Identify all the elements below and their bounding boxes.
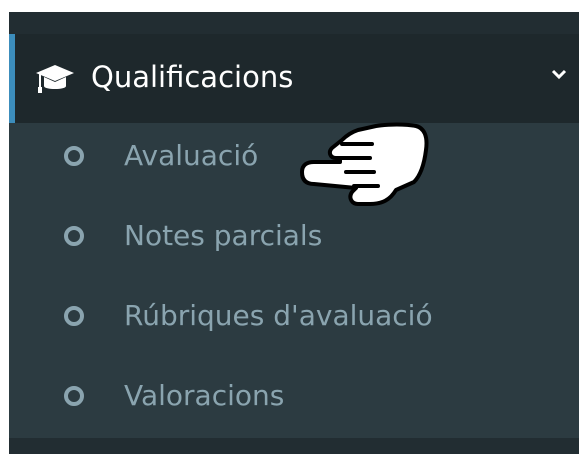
submenu-item-valoracions[interactable]: Valoracions [9,363,579,435]
screenshot-stage: Qualificacions Avaluació Notes parcials … [0,0,579,454]
chevron-down-icon[interactable] [549,68,569,82]
submenu-item-label: Rúbriques d'avaluació [124,299,433,332]
circle-outline-icon [64,306,84,326]
submenu-item-rubriques[interactable]: Rúbriques d'avaluació [9,283,579,355]
qualificacions-menu-header[interactable]: Qualificacions [9,34,579,123]
graduation-cap-icon [36,65,74,93]
menu-title: Qualificacions [91,60,294,94]
submenu: Avaluació Notes parcials Rúbriques d'ava… [9,123,579,438]
circle-outline-icon [64,146,84,166]
submenu-item-avaluacio[interactable]: Avaluació [9,123,579,195]
sidebar-menu: Qualificacions Avaluació Notes parcials … [9,12,579,454]
circle-outline-icon [64,226,84,246]
sidebar-bottom-strip [9,438,579,454]
circle-outline-icon [64,386,84,406]
sidebar-top-strip [9,12,579,34]
submenu-item-label: Notes parcials [124,219,323,252]
submenu-item-label: Valoracions [124,379,285,412]
submenu-item-label: Avaluació [124,139,259,172]
submenu-item-notes-parcials[interactable]: Notes parcials [9,203,579,275]
